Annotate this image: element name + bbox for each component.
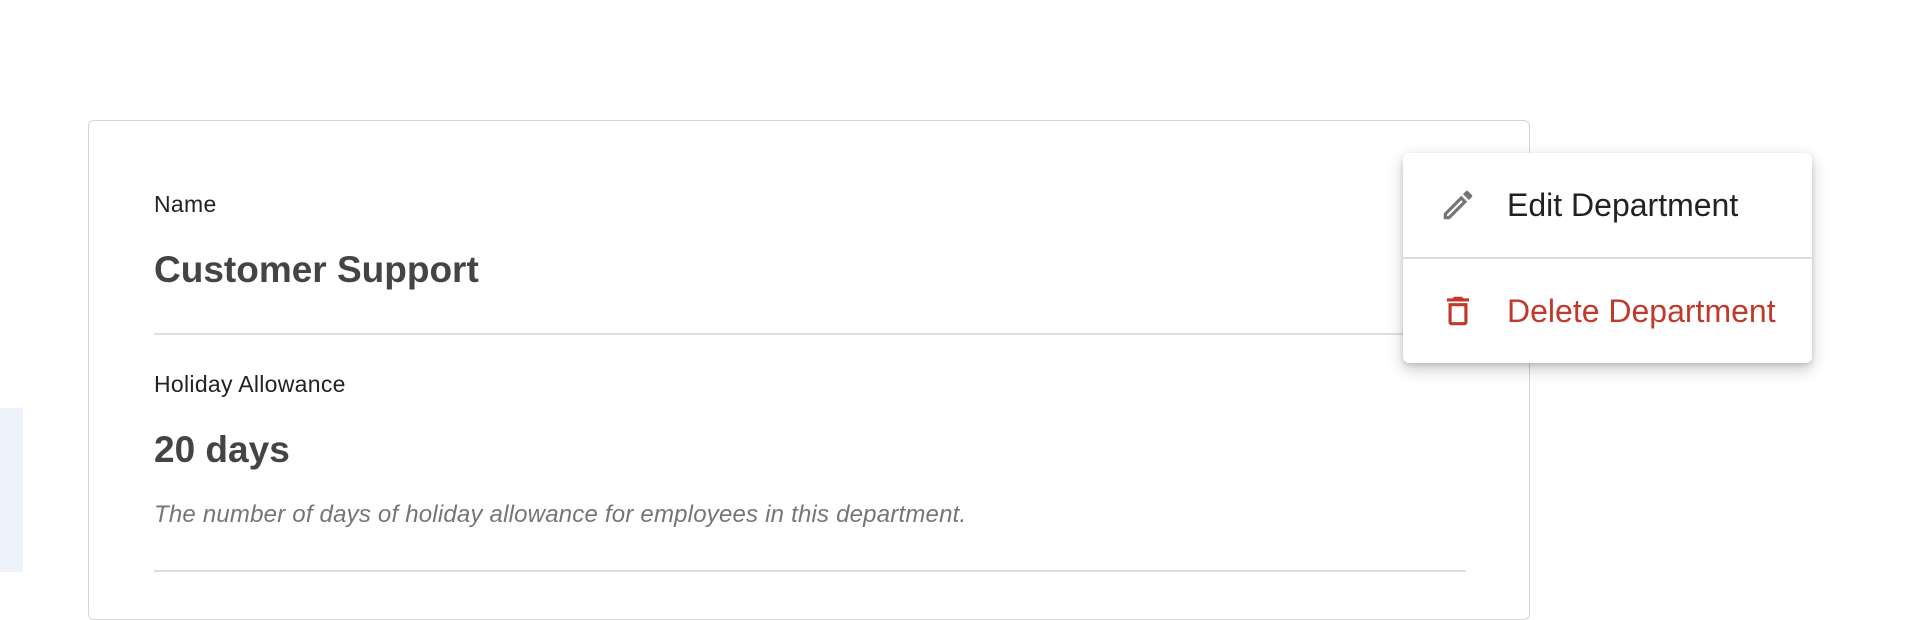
- delete-department-label: Delete Department: [1507, 292, 1776, 329]
- holiday-allowance-label: Holiday Allowance: [154, 371, 346, 397]
- edit-department-label: Edit Department: [1507, 186, 1739, 223]
- holiday-allowance-help: The number of days of holiday allowance …: [154, 501, 967, 528]
- name-divider: [154, 333, 1466, 335]
- edit-department-menu-item[interactable]: Edit Department: [1403, 153, 1812, 257]
- trash-icon: [1438, 291, 1478, 331]
- name-value: Customer Support: [154, 249, 479, 290]
- name-label: Name: [154, 191, 217, 217]
- delete-department-menu-item[interactable]: Delete Department: [1403, 259, 1812, 363]
- department-details-card: Name Customer Support Holiday Allowance …: [88, 120, 1530, 620]
- pencil-icon: [1438, 185, 1478, 225]
- holiday-allowance-value: 20 days: [154, 429, 290, 470]
- side-panel-edge: [0, 408, 23, 572]
- department-actions-menu: Edit Department Delete Department: [1403, 153, 1812, 363]
